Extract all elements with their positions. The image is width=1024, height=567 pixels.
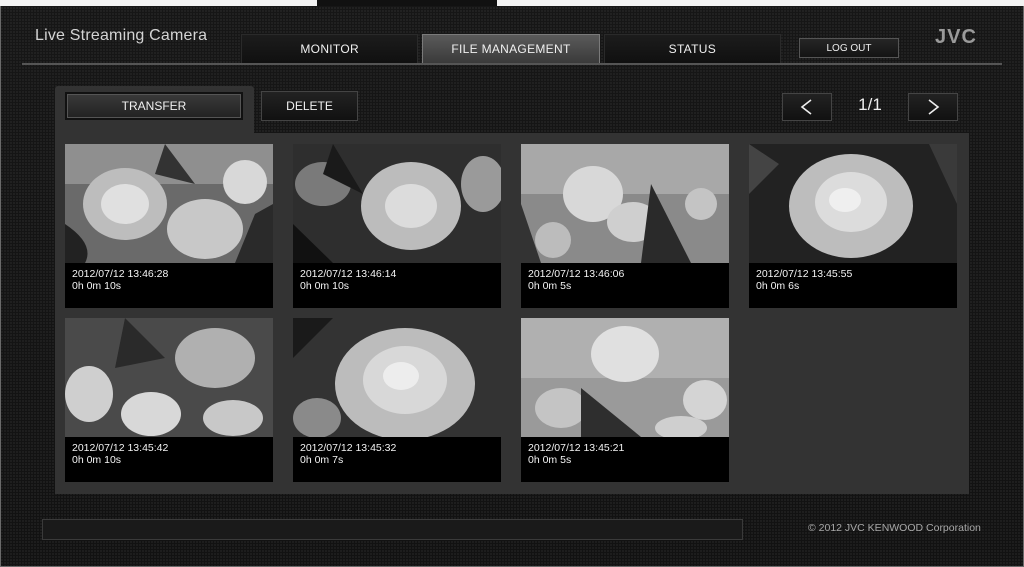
browser-top-gap <box>317 0 497 6</box>
next-page-button[interactable] <box>908 93 958 121</box>
clip-timestamp: 2012/07/12 13:46:14 <box>300 268 397 280</box>
clip-timestamp: 2012/07/12 13:45:21 <box>528 442 625 454</box>
flower-preview-image <box>293 318 501 437</box>
clip-thumbnail[interactable]: 2012/07/12 13:45:32 0h 0m 7s <box>293 318 501 482</box>
flower-preview-image <box>521 318 729 437</box>
clip-timestamp: 2012/07/12 13:46:06 <box>528 268 625 280</box>
transfer-button[interactable]: TRANSFER <box>65 92 243 120</box>
flower-preview-image <box>749 144 957 263</box>
delete-button[interactable]: DELETE <box>261 91 358 121</box>
chevron-right-icon <box>928 99 940 115</box>
clip-caption: 2012/07/12 13:45:21 0h 0m 5s <box>528 442 624 466</box>
tab-monitor[interactable]: MONITOR <box>241 34 419 64</box>
clip-timestamp: 2012/07/12 13:45:55 <box>756 268 853 280</box>
clip-caption: 2012/07/12 13:45:55 0h 0m 6s <box>756 268 852 292</box>
tab-status[interactable]: STATUS <box>603 34 781 64</box>
clip-thumbnail[interactable]: 2012/07/12 13:46:14 0h 0m 10s <box>293 144 501 308</box>
flower-preview-image <box>521 144 729 263</box>
clip-duration: 0h 0m 7s <box>300 454 344 466</box>
clip-duration: 0h 0m 6s <box>756 280 800 292</box>
app-title: Live Streaming Camera <box>35 27 208 44</box>
flower-preview-image <box>65 318 273 437</box>
clip-timestamp: 2012/07/12 13:46:28 <box>72 268 169 280</box>
prev-page-button[interactable] <box>782 93 832 121</box>
brand-logo: JVC <box>935 26 977 48</box>
clip-thumbnail[interactable]: 2012/07/12 13:45:21 0h 0m 5s <box>521 318 729 482</box>
main-tabs: MONITOR FILE MANAGEMENT STATUS <box>241 34 781 64</box>
clip-thumbnail[interactable]: 2012/07/12 13:46:28 0h 0m 10s <box>65 144 273 308</box>
clip-caption: 2012/07/12 13:45:32 0h 0m 7s <box>300 442 396 466</box>
browser-top-edge <box>0 0 1024 6</box>
status-bar <box>42 519 743 540</box>
flower-preview-image <box>293 144 501 263</box>
clip-duration: 0h 0m 5s <box>528 454 572 466</box>
chevron-left-icon <box>800 99 812 115</box>
clip-caption: 2012/07/12 13:46:28 0h 0m 10s <box>72 268 168 292</box>
clip-duration: 0h 0m 10s <box>300 280 350 292</box>
header-divider <box>22 63 1002 65</box>
page-indicator: 1/1 <box>858 95 882 114</box>
tab-file-management[interactable]: FILE MANAGEMENT <box>422 34 600 64</box>
logout-button[interactable]: LOG OUT <box>799 38 899 58</box>
copyright-text: © 2012 JVC KENWOOD Corporation <box>808 522 981 534</box>
clip-thumbnail[interactable]: 2012/07/12 13:45:55 0h 0m 6s <box>749 144 957 308</box>
clip-duration: 0h 0m 10s <box>72 454 122 466</box>
clip-duration: 0h 0m 10s <box>72 280 122 292</box>
clip-timestamp: 2012/07/12 13:45:32 <box>300 442 397 454</box>
clip-thumbnail[interactable]: 2012/07/12 13:45:42 0h 0m 10s <box>65 318 273 482</box>
clip-caption: 2012/07/12 13:46:14 0h 0m 10s <box>300 268 396 292</box>
clip-caption: 2012/07/12 13:45:42 0h 0m 10s <box>72 442 168 466</box>
clip-thumbnail[interactable]: 2012/07/12 13:46:06 0h 0m 5s <box>521 144 729 308</box>
clip-caption: 2012/07/12 13:46:06 0h 0m 5s <box>528 268 624 292</box>
flower-preview-image <box>65 144 273 263</box>
clip-duration: 0h 0m 5s <box>528 280 572 292</box>
clip-timestamp: 2012/07/12 13:45:42 <box>72 442 169 454</box>
